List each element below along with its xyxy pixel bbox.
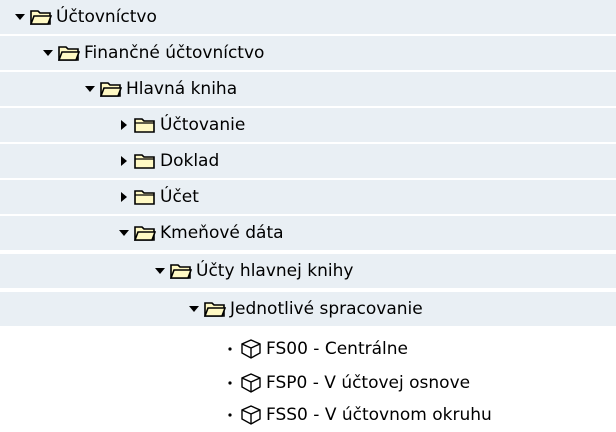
tree-node-label: Doklad [160,151,220,171]
tree-node-label: FSP0 - V účtovej osnove [266,373,471,393]
tree-node-fss0[interactable]: FSS0 - V účtovnom okruhu [0,398,616,432]
folder-open-icon [170,262,192,280]
expand-arrow-icon[interactable] [42,47,54,59]
tree-node-fs00[interactable]: FS00 - Centrálne [0,332,616,366]
expand-arrow-icon[interactable] [188,303,200,315]
tree-node-label: Účty hlavnej knihy [196,261,354,281]
collapse-arrow-icon[interactable] [118,191,130,203]
folder-open-icon [58,44,80,62]
tree-node-label: Účtovanie [160,115,246,135]
transaction-cube-icon [240,373,262,393]
tree-node-label: Účet [160,187,199,207]
tree-node-label: FSS0 - V účtovnom okruhu [266,405,492,425]
folder-closed-icon [134,152,156,170]
expand-arrow-icon[interactable] [118,227,130,239]
tree-node-ucty-hlavnej-knihy[interactable]: Účty hlavnej knihy [0,254,616,288]
folder-open-icon [30,8,52,26]
folder-closed-icon [134,188,156,206]
expand-arrow-icon[interactable] [14,11,26,23]
tree-node-financne-uctovnictvo[interactable]: Finančné účtovníctvo [0,36,616,70]
tree-node-label: Účtovníctvo [56,7,157,27]
leaf-bullet-icon [224,343,236,355]
tree-node-label: FS00 - Centrálne [266,339,408,359]
tree-node-label: Jednotlivé spracovanie [230,299,423,319]
tree-node-ucet[interactable]: Účet [0,180,616,214]
collapse-arrow-icon[interactable] [118,155,130,167]
leaf-bullet-icon [224,377,236,389]
leaf-bullet-icon [224,409,236,421]
collapse-arrow-icon[interactable] [118,119,130,131]
tree-node-fsp0[interactable]: FSP0 - V účtovej osnove [0,366,616,400]
tree-node-label: Hlavná kniha [126,79,238,99]
tree-node-hlavna-kniha[interactable]: Hlavná kniha [0,72,616,106]
folder-open-icon [204,300,226,318]
tree-node-kmenove-data[interactable]: Kmeňové dáta [0,216,616,250]
tree-node-uctovanie[interactable]: Účtovanie [0,108,616,142]
transaction-cube-icon [240,339,262,359]
tree-node-doklad[interactable]: Doklad [0,144,616,178]
transaction-cube-icon [240,405,262,425]
folder-open-icon [134,224,156,242]
tree-node-jednotlive-spracovanie[interactable]: Jednotlivé spracovanie [0,292,616,326]
tree-node-label: Kmeňové dáta [160,223,284,243]
menu-tree: Účtovníctvo Finančné účtovníctvo Hlavná … [0,0,616,432]
tree-node-label: Finančné účtovníctvo [84,43,265,63]
expand-arrow-icon[interactable] [84,83,96,95]
expand-arrow-icon[interactable] [154,265,166,277]
folder-open-icon [100,80,122,98]
tree-node-uctovnictvo[interactable]: Účtovníctvo [0,0,616,34]
folder-closed-icon [134,116,156,134]
